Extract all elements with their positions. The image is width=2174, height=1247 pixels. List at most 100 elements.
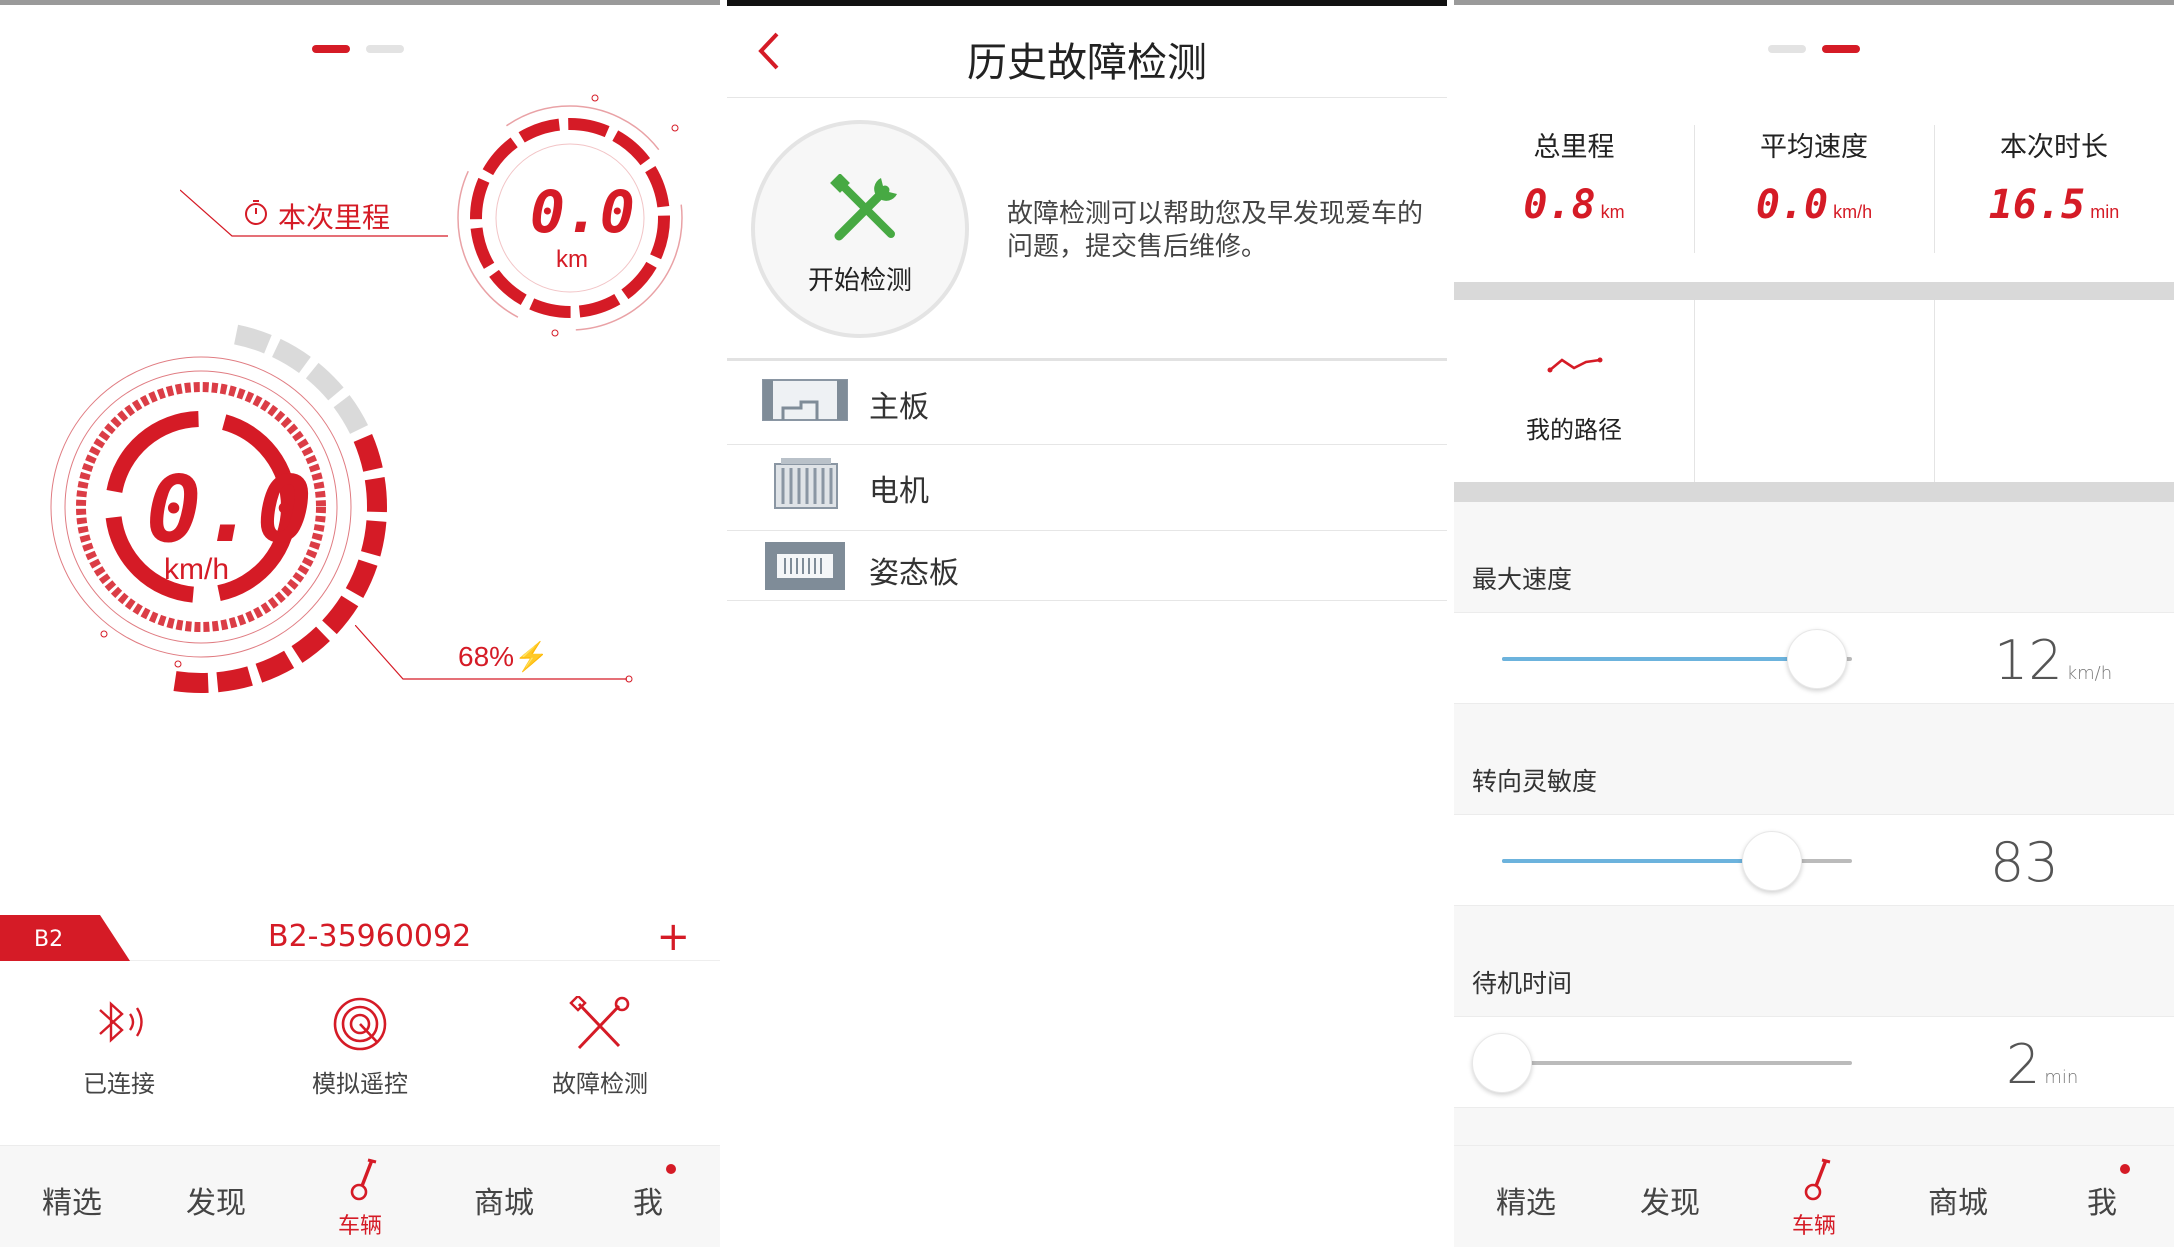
stat-label: 总里程	[1533, 132, 1615, 163]
stat-unit: km/h	[1833, 202, 1873, 222]
diagnosis-description: 故障检测可以帮助您及早发现爱车的问题，提交售后维修。	[1007, 199, 1424, 262]
page-dot-active[interactable]	[312, 45, 350, 53]
notification-badge	[2120, 1164, 2130, 1174]
page-indicator	[1454, 45, 2174, 53]
standby-time-slider[interactable]	[1472, 1033, 1532, 1093]
tab-label: 发现	[186, 1186, 246, 1221]
remote-control-button[interactable]: 模拟遥控	[285, 996, 435, 1099]
panel-gap	[1447, 0, 1454, 1247]
setting-title: 转向灵敏度	[1472, 767, 1598, 796]
standby-time-row: 2 min	[1454, 1016, 2174, 1108]
my-route-label: 我的路径	[1526, 416, 1622, 444]
diagnosis-label: 故障检测	[552, 1070, 648, 1098]
divider	[1694, 300, 1695, 482]
bluetooth-button[interactable]: 已连接	[44, 996, 194, 1099]
tab-me[interactable]: 我	[576, 1146, 720, 1247]
vehicle-bar: B2 B2-35960092 +	[0, 915, 720, 961]
bluetooth-label: 已连接	[83, 1070, 155, 1098]
motor-icon	[774, 458, 838, 509]
stat-value: 0.0 km/h	[1694, 182, 1934, 228]
battery-percent-text: 68%	[458, 641, 515, 672]
notification-badge	[666, 1164, 676, 1174]
mainboard-icon	[762, 379, 848, 421]
value-number: 12	[1994, 629, 2063, 692]
stat-unit: km	[1600, 202, 1625, 222]
tools-icon	[569, 996, 630, 1050]
stat-number: 16.5	[1988, 182, 2086, 228]
page-dot[interactable]	[366, 45, 404, 53]
vehicle-id[interactable]: B2-35960092	[268, 919, 471, 954]
start-diagnosis-label: 开始检测	[807, 266, 912, 296]
steering-sensitivity-slider[interactable]	[1741, 831, 1802, 891]
battery-segment	[216, 666, 253, 693]
battery-segment	[255, 650, 295, 683]
max-speed-row: 12 km/h	[1454, 612, 2174, 704]
diagnosis-button[interactable]: 故障检测	[525, 996, 675, 1099]
vehicle-model-tag: B2	[0, 915, 130, 961]
tab-label: 商城	[1928, 1186, 1988, 1221]
setting-header: 转向灵敏度	[1454, 704, 2174, 816]
part-row-mainboard[interactable]: 主板	[727, 372, 1447, 432]
part-row-motor[interactable]: 电机	[727, 456, 1447, 516]
value-number: 2	[2006, 1033, 2041, 1096]
part-row-attitude-board[interactable]: 姿态板	[727, 538, 1447, 598]
tab-featured[interactable]: 精选	[0, 1146, 144, 1247]
max-speed-slider[interactable]	[1787, 629, 1847, 689]
scooter-icon	[1804, 1158, 1831, 1201]
steering-sensitivity-value: 83	[1990, 831, 2063, 894]
battery-segment	[364, 477, 387, 513]
status-line	[0, 0, 720, 5]
tab-label: 我	[633, 1186, 663, 1221]
value-number: 83	[1990, 831, 2059, 894]
value-unit: min	[2044, 1067, 2079, 1088]
tab-me[interactable]: 我	[2030, 1146, 2174, 1247]
tab-label: 车辆	[1791, 1214, 1836, 1239]
scooter-icon	[350, 1158, 377, 1201]
bottom-tab-bar: 精选 发现 车辆 商城 我	[0, 1145, 720, 1247]
steering-sensitivity-row: 83	[1454, 814, 2174, 906]
tab-label: 我	[2087, 1186, 2117, 1221]
plus-icon[interactable]: +	[656, 917, 690, 957]
start-diagnosis-button[interactable]: 开始检测	[751, 120, 969, 338]
part-label: 姿态板	[869, 556, 959, 591]
tab-vehicle[interactable]: 车辆	[1742, 1146, 1886, 1247]
divider	[727, 358, 1447, 361]
page-dot-active[interactable]	[1822, 45, 1860, 53]
speed-value: 0.0	[146, 456, 313, 563]
setting-header: 最大速度	[1454, 502, 2174, 612]
page-dot[interactable]	[1768, 45, 1806, 53]
value-unit: km/h	[2066, 663, 2113, 684]
page-title: 历史故障检测	[967, 40, 1207, 86]
divider	[1694, 125, 1695, 253]
setting-title: 最大速度	[1472, 565, 1573, 594]
speed-unit: km/h	[164, 553, 230, 586]
stat-value: 16.5 min	[1934, 182, 2174, 228]
battery-segment	[305, 362, 344, 401]
trip-unit: km	[556, 246, 588, 273]
stat-label: 本次时长	[2000, 132, 2108, 163]
tab-mall[interactable]: 商城	[1886, 1146, 2030, 1247]
my-route-button[interactable]	[1454, 300, 1694, 482]
tab-vehicle[interactable]: 车辆	[288, 1146, 432, 1247]
timer-icon	[245, 200, 267, 225]
slider-track	[1502, 1061, 1852, 1065]
tab-label: 商城	[474, 1186, 534, 1221]
tab-featured[interactable]: 精选	[1454, 1146, 1598, 1247]
tab-discover[interactable]: 发现	[144, 1146, 288, 1247]
battery-segment	[353, 433, 383, 472]
standby-time-value: 2 min	[2006, 1033, 2078, 1096]
max-speed-value: 12 km/h	[1994, 629, 2112, 692]
part-label: 主板	[869, 390, 929, 425]
home-screen: 0.0 km 本次里程 0.0 km/h 68%⚡ B2 B2-35960092…	[0, 0, 720, 1247]
tab-discover[interactable]: 发现	[1598, 1146, 1742, 1247]
divider	[1934, 125, 1935, 253]
slider-fill	[1502, 657, 1817, 661]
tab-mall[interactable]: 商城	[432, 1146, 576, 1247]
setting-title: 待机时间	[1472, 969, 1573, 998]
battery-segment	[173, 671, 209, 693]
battery-segment	[322, 595, 359, 635]
stats-settings-screen: 总里程 0.8 km 平均速度 0.0 km/h 本次时长 16.5 min 我…	[1454, 0, 2174, 1247]
tab-label: 发现	[1640, 1186, 1700, 1221]
stat-number: 0.0	[1755, 182, 1829, 228]
tab-label: 精选	[42, 1186, 102, 1221]
